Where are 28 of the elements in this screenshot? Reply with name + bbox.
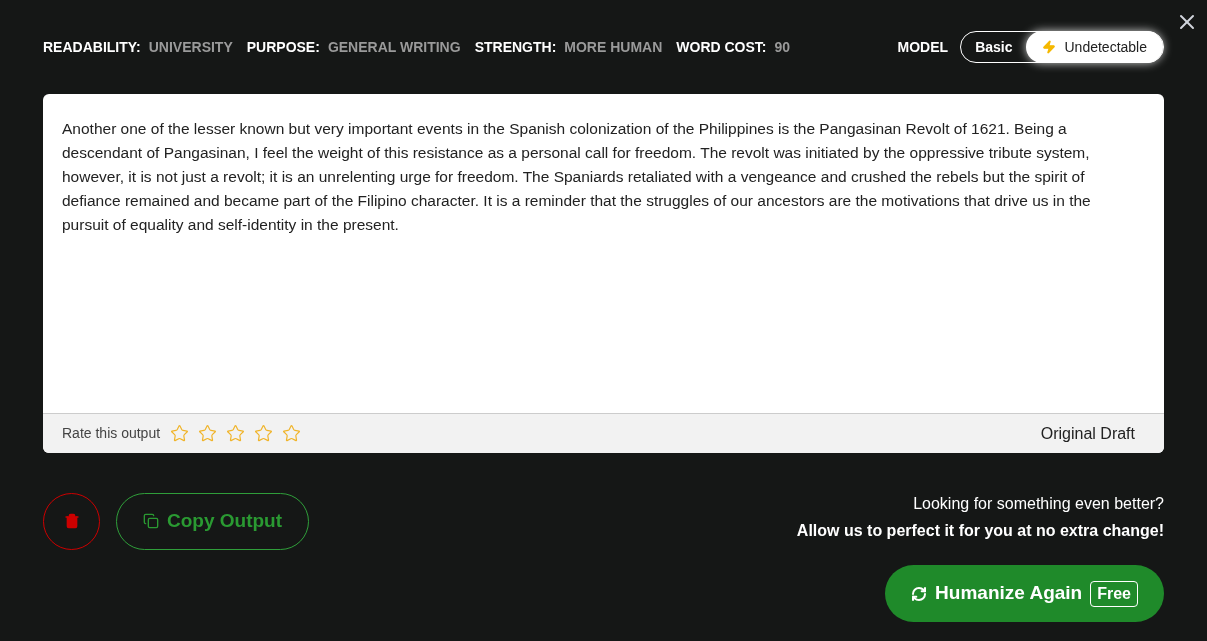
star-rating[interactable] xyxy=(170,424,302,443)
setting-value: UNIVERSITY xyxy=(148,37,233,57)
star-icon[interactable] xyxy=(170,424,190,443)
humanize-again-button[interactable]: Humanize Again Free xyxy=(885,565,1164,622)
star-icon[interactable] xyxy=(282,424,302,443)
star-icon[interactable] xyxy=(226,424,246,443)
setting-value: GENERAL WRITING xyxy=(327,37,461,57)
trash-icon xyxy=(63,513,80,529)
setting-label: WORD COST: xyxy=(676,37,767,57)
promo-question: Looking for something even better? xyxy=(913,494,1164,514)
refresh-icon xyxy=(911,585,928,602)
model-option[interactable]: Undetectable xyxy=(1026,31,1163,63)
copy-icon xyxy=(143,513,159,529)
promo-offer: Allow us to perfect it for you at no extra change! xyxy=(796,521,1164,541)
star-icon[interactable] xyxy=(254,424,274,443)
model-label: MODEL xyxy=(897,37,949,57)
output-text: Another one of the lesser known but very important events in the Spanish colonization of the Philippines is the Pangasinan Revolt of 1621. Being a descendant of Pangasinan, I feel the weight of this resistance as a personal call for freedom. The revolt was initiated by the oppressive tribute system, however, it is not just a revolt; it is an unrelenting urge for freedom. The Spaniards retaliated with a vengeance and crushed the rebels but the spirit of defiance remained and became part of the Filipino character. It is a reminder that the struggles of our ancestors are the motivations that drive us in the pursuit of equality and self-identity in the present. xyxy=(61,119,1092,235)
setting-label: STRENGTH: xyxy=(474,37,557,57)
setting-value: 90 xyxy=(774,37,791,57)
free-badge: Free xyxy=(1090,580,1138,607)
setting-label: READABILITY: xyxy=(43,37,141,57)
model-option[interactable]: Basic xyxy=(961,31,1027,63)
setting-value: MORE HUMAN xyxy=(564,37,663,57)
setting-label: PURPOSE: xyxy=(246,37,320,57)
original-draft-link[interactable]: Original Draft xyxy=(1040,421,1145,446)
bolt-icon xyxy=(1042,40,1057,54)
star-icon[interactable] xyxy=(198,424,218,443)
rate-label: Rate this output xyxy=(62,424,161,443)
